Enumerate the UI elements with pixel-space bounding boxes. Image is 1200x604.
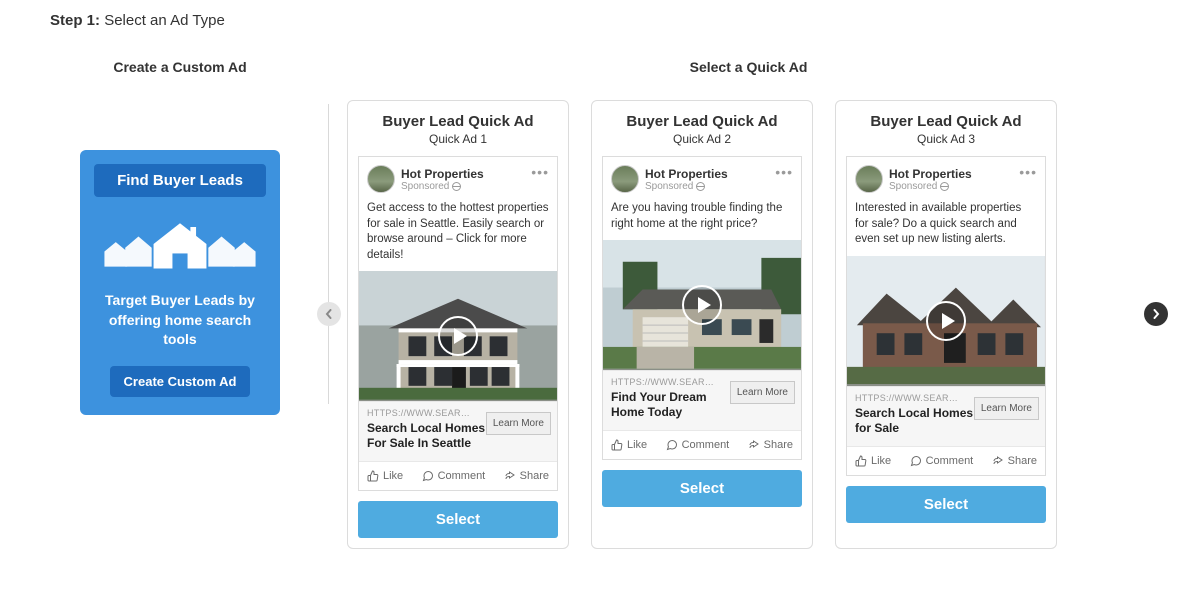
select-button[interactable]: Select — [846, 486, 1046, 523]
sponsored-label: Sponsored — [889, 181, 972, 192]
custom-ad-card: Find Buyer Leads — [80, 150, 280, 415]
page-avatar — [367, 165, 395, 193]
play-icon — [438, 316, 478, 356]
ad-body-text: Get access to the hottest properties for… — [359, 199, 557, 271]
sponsored-label: Sponsored — [645, 181, 728, 192]
more-options-button[interactable]: ••• — [1019, 167, 1037, 177]
share-button[interactable]: Share — [504, 470, 549, 482]
sponsored-label: Sponsored — [401, 181, 484, 192]
learn-more-button[interactable]: Learn More — [486, 412, 551, 435]
step-title: Step 1: Select an Ad Type — [50, 12, 1150, 29]
ad-body-text: Are you having trouble finding the right… — [603, 199, 801, 240]
create-custom-heading: Create a Custom Ad — [50, 59, 310, 75]
learn-more-button[interactable]: Learn More — [974, 397, 1039, 420]
quick-ad-carousel: Buyer Lead Quick Ad Quick Ad 1 Hot Prope… — [347, 100, 1150, 549]
comment-button[interactable]: Comment — [910, 455, 974, 467]
comment-button[interactable]: Comment — [666, 439, 730, 451]
step-label: Step 1: — [50, 12, 100, 29]
quick-ad-card: Buyer Lead Quick Ad Quick Ad 2 Hot Prope… — [591, 100, 813, 549]
page-avatar — [611, 165, 639, 193]
share-button[interactable]: Share — [748, 439, 793, 451]
card-title: Buyer Lead Quick Ad — [358, 113, 558, 130]
link-title: Search Local Homes For Sale In Seattle — [367, 421, 487, 451]
globe-icon — [696, 182, 705, 191]
card-title: Buyer Lead Quick Ad — [846, 113, 1046, 130]
card-title: Buyer Lead Quick Ad — [602, 113, 802, 130]
more-options-button[interactable]: ••• — [775, 167, 793, 177]
carousel-next-button[interactable] — [1144, 302, 1168, 326]
comment-button[interactable]: Comment — [422, 470, 486, 482]
more-options-button[interactable]: ••• — [531, 167, 549, 177]
play-icon — [682, 285, 722, 325]
globe-icon — [452, 182, 461, 191]
like-button[interactable]: Like — [367, 470, 403, 482]
page-name: Hot Properties — [889, 167, 972, 181]
link-title: Search Local Homes for Sale — [855, 406, 975, 436]
globe-icon — [940, 182, 949, 191]
card-subtitle: Quick Ad 1 — [358, 132, 558, 146]
quick-ad-card: Buyer Lead Quick Ad Quick Ad 3 Hot Prope… — [835, 100, 1057, 549]
facebook-preview: Hot Properties Sponsored ••• Interested … — [846, 156, 1046, 476]
create-custom-ad-button[interactable]: Create Custom Ad — [110, 366, 251, 397]
card-subtitle: Quick Ad 2 — [602, 132, 802, 146]
page-avatar — [855, 165, 883, 193]
quick-ad-heading: Select a Quick Ad — [347, 59, 1150, 75]
like-button[interactable]: Like — [611, 439, 647, 451]
card-subtitle: Quick Ad 3 — [846, 132, 1046, 146]
carousel-prev-button[interactable] — [317, 302, 341, 326]
page-name: Hot Properties — [645, 167, 728, 181]
play-icon — [926, 301, 966, 341]
custom-card-title: Find Buyer Leads — [94, 164, 266, 197]
quick-ad-card: Buyer Lead Quick Ad Quick Ad 1 Hot Prope… — [347, 100, 569, 549]
like-button[interactable]: Like — [855, 455, 891, 467]
ad-media[interactable] — [847, 256, 1045, 386]
select-button[interactable]: Select — [602, 470, 802, 507]
facebook-preview: Hot Properties Sponsored ••• Get access … — [358, 156, 558, 491]
learn-more-button[interactable]: Learn More — [730, 381, 795, 404]
ad-media[interactable] — [359, 271, 557, 401]
custom-card-tagline: Target Buyer Leads by offering home sear… — [94, 291, 266, 350]
vertical-divider — [328, 104, 329, 404]
select-button[interactable]: Select — [358, 501, 558, 538]
page-name: Hot Properties — [401, 167, 484, 181]
facebook-preview: Hot Properties Sponsored ••• Are you hav… — [602, 156, 802, 460]
share-button[interactable]: Share — [992, 455, 1037, 467]
ad-media[interactable] — [603, 240, 801, 370]
step-text: Select an Ad Type — [104, 12, 225, 29]
houses-icon — [94, 213, 266, 273]
link-title: Find Your Dream Home Today — [611, 390, 731, 420]
ad-body-text: Interested in available properties for s… — [847, 199, 1045, 256]
